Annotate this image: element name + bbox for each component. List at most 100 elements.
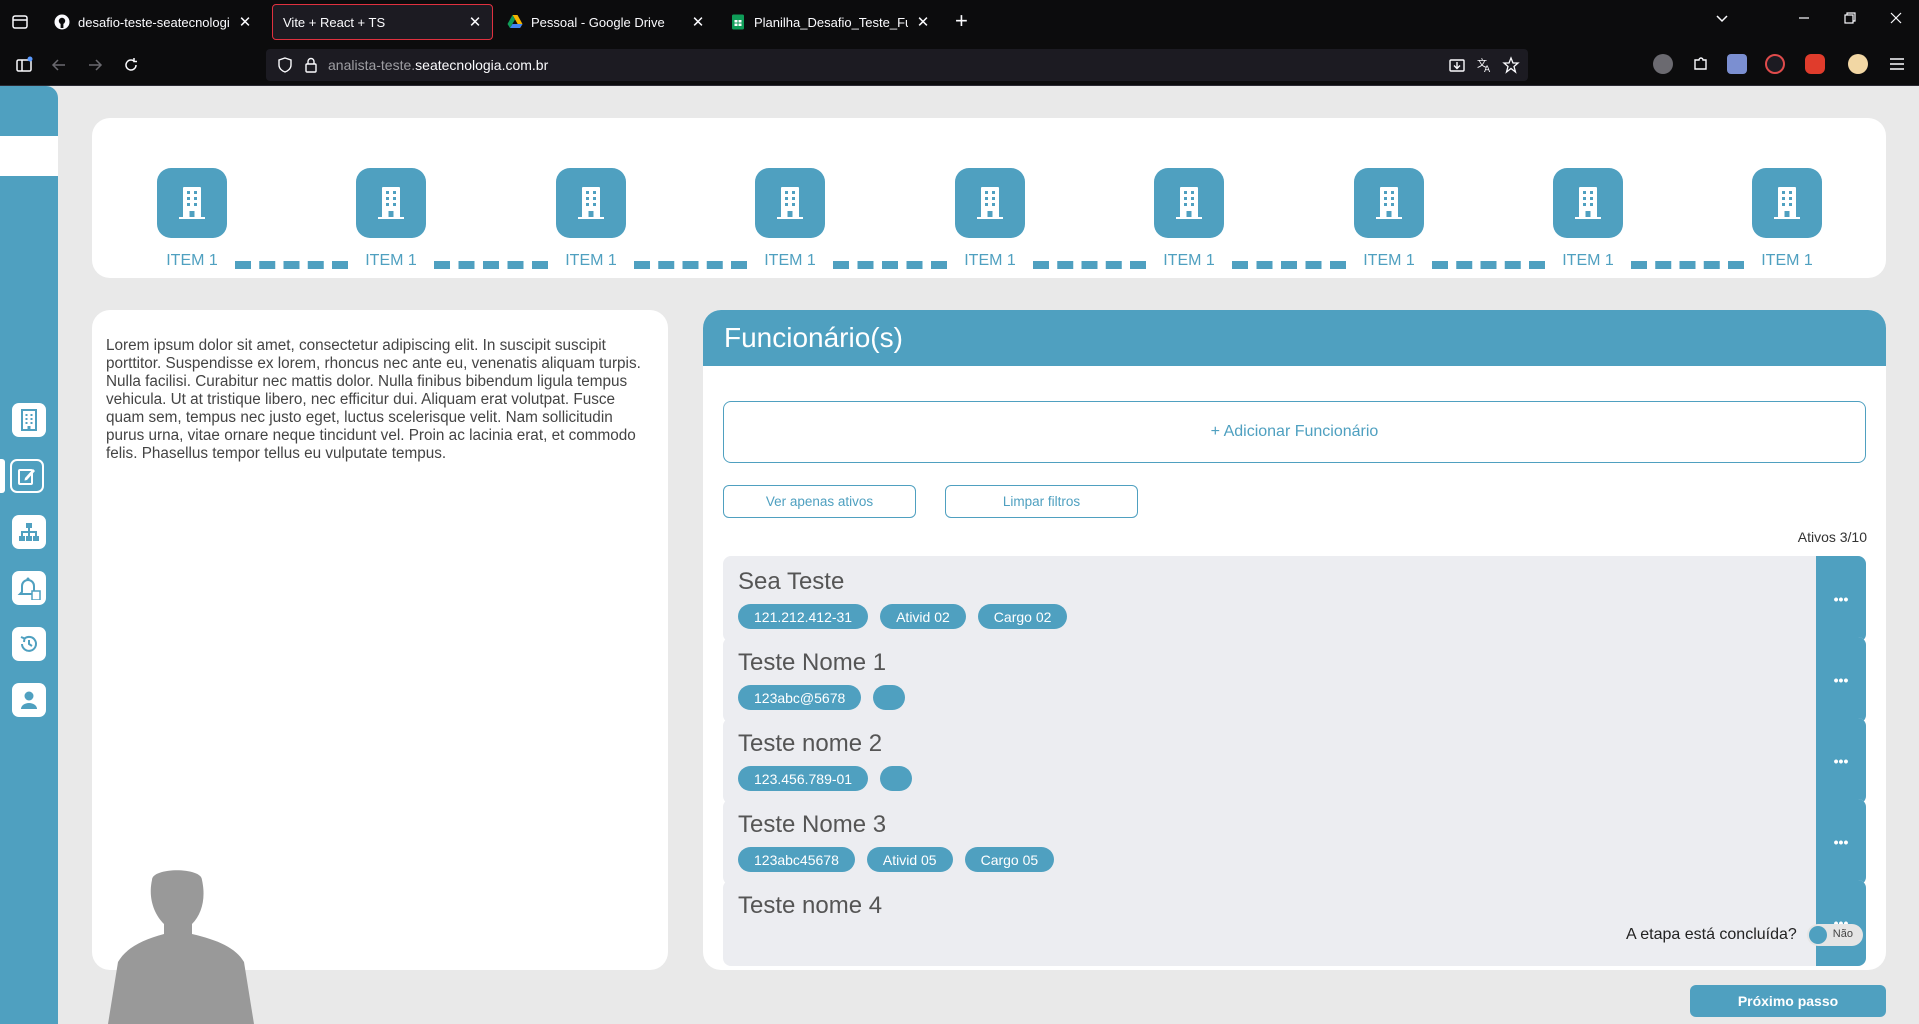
step-label: ITEM 1: [1562, 252, 1614, 269]
sidebar-toggle-icon[interactable]: [15, 56, 33, 74]
download-page-icon[interactable]: [1448, 56, 1466, 74]
window-close-icon[interactable]: [1888, 10, 1904, 31]
employee-name: Teste Nome 1: [738, 649, 887, 676]
history-icon: [20, 635, 37, 652]
stepper-connector: [1631, 261, 1744, 269]
stepper-step[interactable]: ITEM 1: [1752, 168, 1822, 270]
stepper-step[interactable]: ITEM 1: [556, 168, 626, 270]
new-tab-button[interactable]: +: [955, 10, 968, 32]
employee-options-button[interactable]: •••: [1816, 637, 1866, 723]
building-icon: [179, 187, 205, 219]
minimize-icon[interactable]: [1796, 10, 1812, 31]
employee-card[interactable]: Sea Teste 121.212.412-31 Ativid 02 Cargo 02…: [723, 556, 1866, 642]
employee-tags: 123abc@5678: [738, 685, 906, 710]
url-bar[interactable]: analista-teste.seatecnologia.com.br 文A: [266, 49, 1528, 81]
close-icon[interactable]: ✕: [691, 13, 705, 31]
sidebar-item-notifications[interactable]: [12, 571, 46, 605]
employee-tag: Ativid 02: [880, 604, 966, 629]
show-active-only-button[interactable]: Ver apenas ativos: [723, 485, 916, 518]
sidebar-item-edit[interactable]: [10, 459, 44, 493]
step-icon-box: [955, 168, 1025, 238]
building-icon: [1774, 187, 1800, 219]
back-arrow-icon[interactable]: [50, 56, 68, 74]
lock-icon[interactable]: [302, 56, 320, 74]
step-label: ITEM 1: [964, 252, 1016, 269]
employee-options-button[interactable]: •••: [1816, 718, 1866, 804]
close-icon[interactable]: ✕: [238, 13, 252, 31]
employee-card[interactable]: Teste Nome 1 123abc@5678 •••: [723, 637, 1866, 723]
employee-name: Teste nome 4: [738, 892, 883, 919]
stepper-step[interactable]: ITEM 1: [157, 168, 227, 270]
url-text[interactable]: analista-teste.seatecnologia.com.br: [328, 57, 548, 73]
shield-icon[interactable]: [276, 56, 294, 74]
browser-tab-google-sheets[interactable]: Planilha_Desafio_Teste_Funciona ✕: [720, 4, 940, 40]
building-icon: [21, 409, 37, 431]
extension-colorful-icon[interactable]: [1765, 54, 1785, 74]
translate-icon[interactable]: 文A: [1476, 56, 1494, 74]
employee-tag: Cargo 05: [964, 847, 1055, 872]
employee-tag: [873, 685, 906, 710]
employee-name: Teste Nome 3: [738, 811, 887, 838]
employee-options-button[interactable]: •••: [1816, 556, 1866, 642]
extension-notes-icon[interactable]: [1727, 54, 1747, 74]
extension-mask-icon[interactable]: [1805, 54, 1825, 74]
reload-icon[interactable]: [122, 56, 140, 74]
stepper-step[interactable]: ITEM 1: [1553, 168, 1623, 270]
employee-name: Sea Teste: [738, 568, 845, 595]
forward-arrow-icon[interactable]: [86, 56, 104, 74]
step-icon-box: [556, 168, 626, 238]
restore-icon[interactable]: [1842, 10, 1858, 31]
step-label: ITEM 1: [1163, 252, 1215, 269]
stepper-step[interactable]: ITEM 1: [755, 168, 825, 270]
building-icon: [378, 187, 404, 219]
employee-card[interactable]: Teste Nome 3 123abc45678 Ativid 05 Cargo 05…: [723, 799, 1866, 885]
extension-ninja-icon[interactable]: [1848, 54, 1868, 74]
stepper-step[interactable]: ITEM 1: [1154, 168, 1224, 270]
step-label: ITEM 1: [764, 252, 816, 269]
bookmark-star-icon[interactable]: [1502, 56, 1520, 74]
extension-l-icon[interactable]: [1653, 54, 1673, 74]
extensions-puzzle-icon[interactable]: [1691, 54, 1711, 74]
stepper-step[interactable]: ITEM 1: [1354, 168, 1424, 270]
panel-title: Funcionário(s): [724, 322, 903, 353]
add-employee-button[interactable]: + Adicionar Funcionário: [723, 401, 1866, 463]
step-icon-box: [1354, 168, 1424, 238]
employee-tag: [880, 766, 913, 791]
stage-completion-toggle[interactable]: Não: [1806, 924, 1863, 946]
sidebar-item-history[interactable]: [12, 627, 46, 661]
browser-tab-bar: desafio-teste-seatecnologia/rel ✕ Vite +…: [0, 0, 1919, 44]
step-label: ITEM 1: [1363, 252, 1415, 269]
employee-tags: 123abc45678 Ativid 05 Cargo 05: [738, 847, 1055, 872]
tab-list-icon[interactable]: [10, 12, 30, 32]
tab-label: desafio-teste-seatecnologia/rel: [78, 14, 230, 30]
next-step-button[interactable]: Próximo passo: [1690, 985, 1886, 1017]
google-drive-icon: [507, 15, 523, 28]
stepper-step[interactable]: ITEM 1: [356, 168, 426, 270]
employee-options-button[interactable]: •••: [1816, 880, 1866, 966]
stepper-connector: [1432, 261, 1545, 269]
sidebar-item-organization[interactable]: [12, 515, 46, 549]
browser-tab-github[interactable]: desafio-teste-seatecnologia/rel ✕: [44, 4, 262, 40]
stepper-connector: [235, 261, 348, 269]
sidebar-item-company[interactable]: [12, 403, 46, 437]
employee-card[interactable]: Teste nome 4 •••: [723, 880, 1866, 966]
clear-filters-button[interactable]: Limpar filtros: [945, 485, 1138, 518]
employee-tag: 123abc45678: [738, 847, 855, 872]
close-icon[interactable]: ✕: [916, 13, 930, 31]
sidebar-item-profile[interactable]: [12, 683, 46, 717]
hamburger-menu-icon[interactable]: [1887, 54, 1907, 74]
browser-tab-vite[interactable]: Vite + React + TS ✕: [272, 4, 493, 40]
step-icon-box: [356, 168, 426, 238]
tab-overflow-chevron-icon[interactable]: [1714, 10, 1730, 31]
step-icon-box: [1752, 168, 1822, 238]
stepper-connector: [1232, 261, 1346, 269]
employee-options-button[interactable]: •••: [1816, 799, 1866, 885]
employee-tags: 123.456.789-01: [738, 766, 913, 791]
employee-card[interactable]: Teste nome 2 123.456.789-01 •••: [723, 718, 1866, 804]
building-icon: [1176, 187, 1202, 219]
close-icon[interactable]: ✕: [468, 13, 482, 31]
building-icon: [977, 187, 1003, 219]
sidebar: [0, 86, 58, 1024]
browser-tab-google-drive[interactable]: Pessoal - Google Drive ✕: [497, 4, 715, 40]
stepper-step[interactable]: ITEM 1: [955, 168, 1025, 270]
